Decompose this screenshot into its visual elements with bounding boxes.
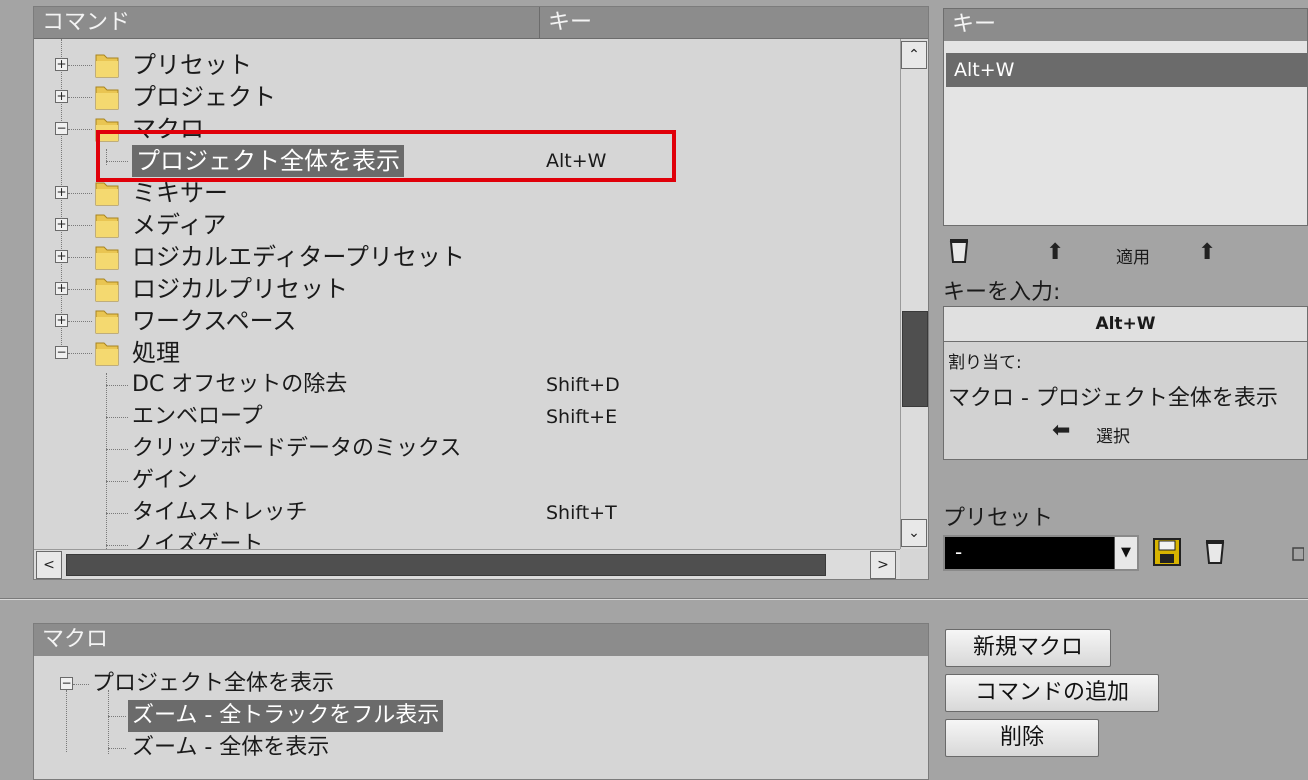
tree-row-presets[interactable]: + プリセット: [34, 49, 900, 81]
select-button[interactable]: 選択: [1096, 422, 1130, 447]
tree-label: クリップボードデータのミックス: [132, 436, 462, 461]
scroll-left-icon[interactable]: <: [36, 551, 62, 579]
key-list-header: キー: [944, 9, 1307, 41]
vertical-scroll-thumb[interactable]: [902, 311, 928, 407]
tree-row-gain[interactable]: ゲイン: [34, 465, 900, 497]
tree-row-envelope[interactable]: エンベロープ Shift+E: [34, 401, 900, 433]
apply-button[interactable]: 適用: [1116, 243, 1150, 268]
delete-button[interactable]: 削除: [945, 719, 1099, 757]
expand-icon[interactable]: +: [55, 186, 68, 199]
arrow-left-icon[interactable]: ⬅: [1052, 418, 1070, 443]
delete-key-button[interactable]: [948, 236, 988, 268]
tree-row-dc-offset[interactable]: DC オフセットの除去 Shift+D: [34, 369, 900, 401]
tree-row-mix-clipboard[interactable]: クリップボードデータのミックス: [34, 433, 900, 465]
tree-label: ロジカルエディタープリセット: [132, 243, 465, 271]
assigned-label: 割り当て:: [948, 353, 1022, 373]
horizontal-scrollbar[interactable]: < >: [34, 549, 900, 579]
scroll-right-icon[interactable]: >: [870, 551, 896, 579]
tree-label: ノイズゲート: [132, 532, 264, 549]
macro-item-row[interactable]: ズーム - 全体を表示: [34, 732, 928, 764]
tree-row-project[interactable]: + プロジェクト: [34, 81, 900, 113]
folder-icon: [95, 182, 119, 206]
trash-icon: [949, 239, 969, 263]
delete-preset-button[interactable]: [1204, 537, 1226, 569]
tree-label: 処理: [132, 339, 180, 367]
folder-icon: [95, 214, 119, 238]
command-tree: + プリセット + プロジェクト − マクロ プロジェクト全体を表示 Alt+W…: [34, 39, 900, 549]
expand-icon[interactable]: +: [55, 58, 68, 71]
tree-label: DC オフセットの除去: [132, 372, 348, 397]
expand-icon[interactable]: +: [55, 314, 68, 327]
tree-row-time-stretch[interactable]: タイムストレッチ Shift+T: [34, 497, 900, 529]
panel-divider[interactable]: [0, 598, 1308, 600]
macro-item-label: ズーム - 全体を表示: [132, 735, 330, 760]
folder-icon: [95, 246, 119, 270]
trash-icon: [1205, 540, 1225, 564]
macro-root-row[interactable]: − プロジェクト全体を表示: [34, 668, 928, 700]
folder-icon: [95, 278, 119, 302]
macro-panel: マクロ − プロジェクト全体を表示 ズーム - 全トラックをフル表示 ズーム -…: [33, 623, 929, 780]
assigned-value: マクロ - プロジェクト全体を表示: [948, 386, 1278, 411]
preset-dropdown[interactable]: - ▼: [943, 535, 1139, 571]
tree-row-process[interactable]: − 処理: [34, 337, 900, 369]
tree-label: ロジカルプリセット: [132, 275, 348, 303]
column-header-command[interactable]: コマンド: [34, 7, 540, 39]
dropdown-arrow-icon[interactable]: ▼: [1114, 537, 1137, 569]
collapse-icon[interactable]: −: [55, 346, 68, 359]
add-command-button[interactable]: コマンドの追加: [945, 674, 1159, 712]
expand-icon[interactable]: +: [55, 250, 68, 263]
tree-label: メディア: [132, 211, 227, 239]
new-macro-button[interactable]: 新規マクロ: [945, 629, 1111, 667]
key-input-field[interactable]: Alt+W: [943, 306, 1308, 342]
import-icon[interactable]: [1292, 546, 1305, 562]
key-list[interactable]: キー Alt+W: [943, 8, 1308, 226]
tree-row-workspace[interactable]: + ワークスペース: [34, 305, 900, 337]
tree-label: プリセット: [132, 51, 252, 79]
key-value: Shift+T: [546, 502, 617, 524]
preset-label: プリセット: [943, 506, 1054, 531]
tree-label: エンベロープ: [132, 404, 263, 429]
preset-value: -: [955, 540, 963, 564]
expand-icon[interactable]: +: [55, 90, 68, 103]
highlight-box: [96, 130, 676, 182]
macro-item-row[interactable]: ズーム - 全トラックをフル表示: [34, 700, 928, 732]
scroll-down-icon[interactable]: ⌄: [901, 519, 927, 547]
macro-header: マクロ: [34, 624, 928, 656]
column-header-key[interactable]: キー: [540, 7, 928, 39]
tree-row-logical-presets[interactable]: + ロジカルプリセット: [34, 273, 900, 305]
tree-label: プロジェクト: [132, 83, 276, 111]
save-preset-button[interactable]: [1152, 537, 1182, 571]
arrow-up-icon[interactable]: ⬆: [1198, 240, 1216, 265]
folder-icon: [95, 54, 119, 78]
vertical-scrollbar[interactable]: ⌃ ⌄: [900, 39, 928, 549]
collapse-icon[interactable]: −: [55, 122, 68, 135]
expand-icon[interactable]: +: [55, 282, 68, 295]
arrow-up-icon[interactable]: ⬆: [1046, 240, 1064, 265]
tree-label: ゲイン: [132, 468, 198, 493]
assignment-box: 割り当て: マクロ - プロジェクト全体を表示 ⬅ 選択: [943, 342, 1308, 460]
horizontal-scroll-thumb[interactable]: [66, 554, 826, 576]
collapse-icon[interactable]: −: [60, 677, 73, 690]
key-list-item-selected[interactable]: Alt+W: [946, 53, 1307, 87]
key-value: Shift+D: [546, 374, 620, 396]
folder-open-icon: [95, 342, 119, 366]
expand-icon[interactable]: +: [55, 218, 68, 231]
enter-key-label: キーを入力:: [943, 280, 1061, 305]
key-value: Shift+E: [546, 406, 618, 428]
scroll-up-icon[interactable]: ⌃: [901, 41, 927, 69]
tree-label: ワークスペース: [132, 307, 297, 335]
command-panel: コマンド キー + プリセット + プロジェクト − マクロ プロジェクト全体を…: [33, 6, 929, 580]
tree-row-media[interactable]: + メディア: [34, 209, 900, 241]
folder-icon: [95, 86, 119, 110]
folder-icon: [95, 310, 119, 334]
save-icon: [1153, 538, 1181, 566]
macro-item-label-selected: ズーム - 全トラックをフル表示: [128, 700, 444, 732]
tree-row-noise-gate[interactable]: ノイズゲート: [34, 529, 900, 549]
tree-label: タイムストレッチ: [132, 500, 308, 525]
tree-row-logical-editor-presets[interactable]: + ロジカルエディタープリセット: [34, 241, 900, 273]
macro-root-label: プロジェクト全体を表示: [92, 671, 335, 696]
